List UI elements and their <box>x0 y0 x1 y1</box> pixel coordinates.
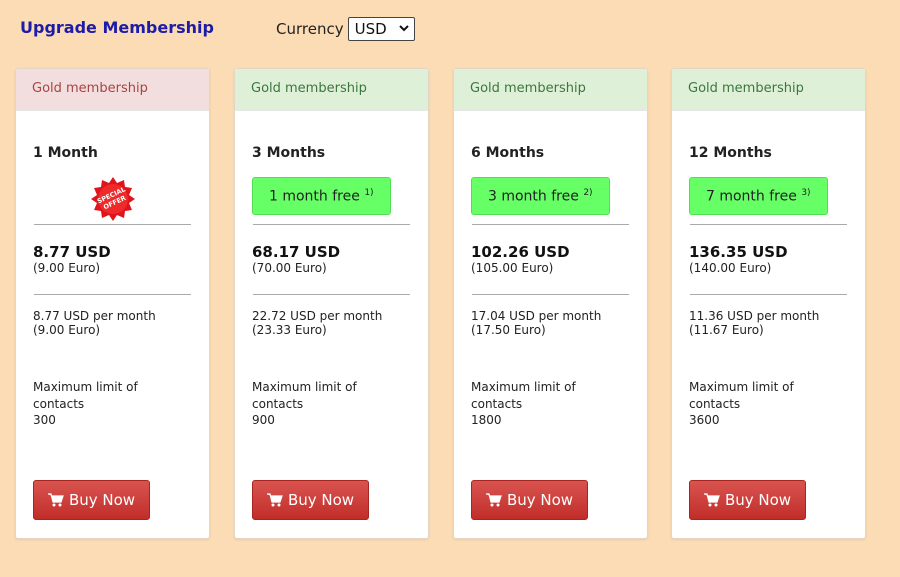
plan-limit-value: 3600 <box>689 413 720 427</box>
plan-monthly-euro: (23.33 Euro) <box>252 323 327 337</box>
plan-monthly: 8.77 USD per month <box>33 309 156 323</box>
free-months-badge: 3 month free 2) <box>471 177 610 215</box>
buy-now-button[interactable]: Buy Now <box>689 480 806 520</box>
plan-limit-value: 900 <box>252 413 275 427</box>
cart-icon <box>266 493 283 507</box>
footnote-ref: 2) <box>583 188 593 198</box>
buy-now-label: Buy Now <box>506 491 574 509</box>
cart-icon <box>47 493 64 507</box>
free-months-badge: 1 month free 1) <box>252 177 391 215</box>
buy-now-label: Buy Now <box>287 491 355 509</box>
free-months-text: 1 month free <box>269 188 360 205</box>
plan-monthly: 11.36 USD per month <box>689 309 820 323</box>
cart-icon <box>703 493 720 507</box>
plan-monthly-euro: (17.50 Euro) <box>471 323 546 337</box>
plan-price-euro: (105.00 Euro) <box>471 261 554 275</box>
plan-duration: 6 Months <box>471 145 545 161</box>
plan-duration: 3 Months <box>252 145 326 161</box>
plan-limit-label: Maximum limit of contacts <box>689 380 794 411</box>
buy-now-button[interactable]: Buy Now <box>252 480 369 520</box>
buy-now-label: Buy Now <box>724 491 792 509</box>
plan-header: Gold membership <box>672 69 865 111</box>
currency-select[interactable]: USD <box>347 17 415 41</box>
plan-price-euro: (140.00 Euro) <box>689 261 772 275</box>
footnote-ref: 3) <box>801 188 811 198</box>
plan-monthly-euro: (9.00 Euro) <box>33 323 101 337</box>
free-months-text: 7 month free <box>706 188 797 205</box>
buy-now-button[interactable]: Buy Now <box>471 480 588 520</box>
plan-card-3-months: Gold membership 3 Months 1 month free 1)… <box>234 68 429 539</box>
buy-now-label: Buy Now <box>68 491 136 509</box>
plan-price: 8.77 USD <box>33 243 111 261</box>
plan-monthly: 22.72 USD per month <box>252 309 383 323</box>
plan-limit-label: Maximum limit of contacts <box>33 380 138 411</box>
footnote-ref: 1) <box>364 188 374 198</box>
plan-limit-label: Maximum limit of contacts <box>252 380 357 411</box>
plan-price-euro: (70.00 Euro) <box>252 261 327 275</box>
plan-card-6-months: Gold membership 6 Months 3 month free 2)… <box>453 68 648 539</box>
divider <box>253 294 410 295</box>
divider <box>690 294 847 295</box>
plan-card-1-month: Gold membership 1 Month SPECIAL OFFER 8.… <box>15 68 210 539</box>
plan-header: Gold membership <box>235 69 428 111</box>
divider <box>34 294 191 295</box>
plan-header: Gold membership <box>454 69 647 111</box>
plan-monthly: 17.04 USD per month <box>471 309 602 323</box>
plan-card-12-months: Gold membership 12 Months 7 month free 3… <box>671 68 866 539</box>
page-title: Upgrade Membership <box>20 18 214 37</box>
currency-label: Currency <box>276 20 344 38</box>
plan-price-euro: (9.00 Euro) <box>33 261 101 275</box>
free-months-text: 3 month free <box>488 188 579 205</box>
free-months-badge: 7 month free 3) <box>689 177 828 215</box>
plan-duration: 12 Months <box>689 145 772 161</box>
currency-picker: Currency USD <box>276 17 415 41</box>
plan-limit-label: Maximum limit of contacts <box>471 380 576 411</box>
divider <box>690 224 847 225</box>
plan-monthly-euro: (11.67 Euro) <box>689 323 764 337</box>
plan-duration: 1 Month <box>33 145 98 161</box>
currency-value: USD <box>354 20 387 38</box>
buy-now-button[interactable]: Buy Now <box>33 480 150 520</box>
cart-icon <box>485 493 502 507</box>
plan-header: Gold membership <box>16 69 209 111</box>
plan-price: 68.17 USD <box>252 243 341 261</box>
divider <box>472 294 629 295</box>
plan-limit-value: 300 <box>33 413 56 427</box>
special-offer-icon: SPECIAL OFFER <box>90 176 136 226</box>
chevron-down-icon <box>398 24 409 35</box>
plan-limit-value: 1800 <box>471 413 502 427</box>
divider <box>253 224 410 225</box>
divider <box>472 224 629 225</box>
plan-price: 102.26 USD <box>471 243 570 261</box>
plan-price: 136.35 USD <box>689 243 788 261</box>
